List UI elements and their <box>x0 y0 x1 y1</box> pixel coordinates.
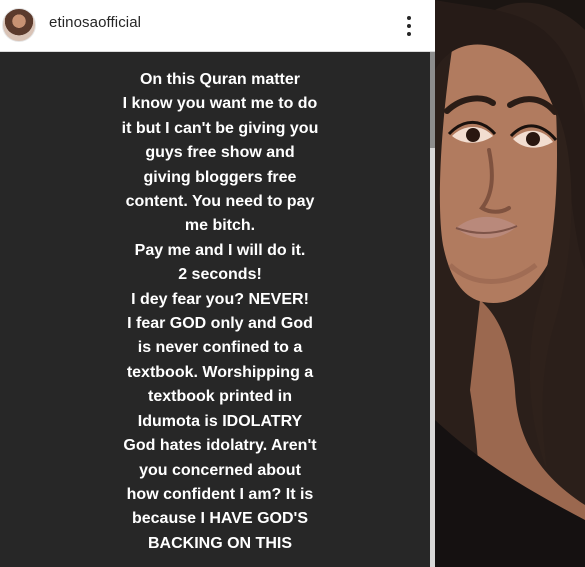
post-text-line: giving bloggers free <box>143 168 297 186</box>
username[interactable]: etinosaofficial <box>49 14 141 31</box>
post-text-line: content. You need to pay <box>125 193 315 211</box>
post-text-line: God hates idolatry. Aren't <box>123 437 317 455</box>
instagram-post: etinosaofficial On this Quran matter I k… <box>0 0 435 567</box>
screenshot: etinosaofficial On this Quran matter I k… <box>0 0 585 567</box>
post-text-line: because I HAVE GOD'S <box>131 510 308 528</box>
post-text-line: is never confined to a <box>137 339 303 357</box>
post-text: On this Quran matter I know you want me … <box>75 68 365 556</box>
post-text-line: I fear GOD only and God <box>127 315 313 333</box>
post-header: etinosaofficial <box>0 0 435 52</box>
post-text-line: 2 seconds! <box>178 266 262 284</box>
avatar[interactable] <box>2 8 36 42</box>
post-text-line: I dey fear you? NEVER! <box>131 290 309 308</box>
post-text-line: me bitch. <box>184 217 256 235</box>
post-text-line: you concerned about <box>139 461 301 479</box>
post-text-line: BACKING ON THIS <box>148 534 292 552</box>
portrait-photo <box>435 0 585 567</box>
post-text-line: textbook printed in <box>148 388 292 406</box>
dot-icon <box>407 32 411 36</box>
post-text-line: guys free show and <box>145 144 295 162</box>
post-text-line: Pay me and I will do it. <box>134 241 306 259</box>
post-text-line: it but I can't be giving you <box>121 119 319 137</box>
post-text-line: I know you want me to do <box>122 95 318 113</box>
post-text-line: how confident I am? It is <box>126 485 314 503</box>
post-text-line: Idumota is IDOLATRY <box>137 412 303 430</box>
post-text-line: On this Quran matter <box>139 71 301 88</box>
portrait-illustration <box>435 0 585 567</box>
dot-icon <box>407 24 411 28</box>
dot-icon <box>407 16 411 20</box>
more-options-icon[interactable] <box>403 15 415 37</box>
post-text-line: textbook. Worshipping a <box>126 363 314 381</box>
